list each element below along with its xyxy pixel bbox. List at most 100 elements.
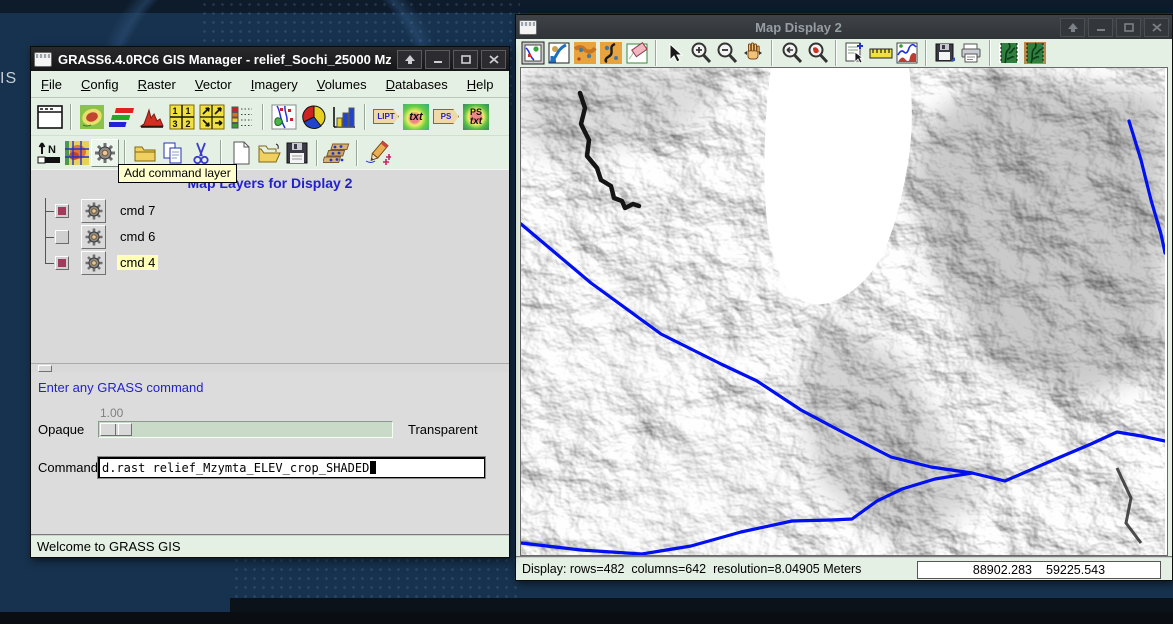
shade-button[interactable] <box>1060 18 1085 37</box>
svg-text:1: 1 <box>185 106 190 116</box>
coordinate-readout[interactable]: 88902.283 59225.543 <box>917 561 1161 579</box>
menu-help[interactable]: Help <box>467 77 494 92</box>
menu-file[interactable]: File <box>41 77 62 92</box>
display-region-icon[interactable] <box>572 40 598 66</box>
layers-header: Map Layers for Display 2 <box>31 170 509 191</box>
tooltip: Add command layer <box>118 164 237 183</box>
nviz-icon[interactable] <box>996 40 1022 66</box>
gis-manager-window: GRASS6.4.0RC6 GIS Manager - relief_Sochi… <box>30 46 510 558</box>
layer-label[interactable]: cmd 6 <box>117 229 158 244</box>
add-raster-icon[interactable] <box>77 102 107 132</box>
layer-checkbox[interactable] <box>55 256 69 270</box>
redraw-layers-icon[interactable] <box>546 40 572 66</box>
zoom-back-icon[interactable] <box>778 40 804 66</box>
layer-checkbox[interactable] <box>55 230 69 244</box>
display-info-text: Display: rows=482 columns=642 resolution… <box>522 562 861 576</box>
add-cell-values-icon[interactable]: 1132 <box>167 102 197 132</box>
save-display-icon[interactable] <box>932 40 958 66</box>
pane-sash[interactable] <box>31 363 509 372</box>
scalebar-north-icon[interactable]: N <box>35 139 63 167</box>
add-chart-icon[interactable] <box>329 102 359 132</box>
transparent-label: Transparent <box>408 422 478 437</box>
open-file-icon[interactable] <box>255 139 283 167</box>
fly-through-icon[interactable] <box>1022 40 1048 66</box>
display-layers-icon[interactable] <box>520 40 546 66</box>
close-button[interactable] <box>1144 18 1169 37</box>
menu-config[interactable]: Config <box>81 77 119 92</box>
add-command-gear-icon[interactable] <box>91 139 119 167</box>
map-display-titlebar[interactable]: Map Display 2 <box>516 15 1172 39</box>
group-layers-icon[interactable] <box>323 139 351 167</box>
layer-row-cmd4: cmd 4 <box>31 250 509 276</box>
menu-raster[interactable]: Raster <box>138 77 176 92</box>
copy-icon[interactable] <box>159 139 187 167</box>
add-legend-icon[interactable] <box>227 102 257 132</box>
layer-options-gear-button[interactable] <box>81 225 106 249</box>
gis-manager-titlebar[interactable]: GRASS6.4.0RC6 GIS Manager - relief_Sochi… <box>31 47 509 71</box>
minimize-button[interactable] <box>425 50 450 69</box>
save-file-icon[interactable] <box>283 139 311 167</box>
print-icon[interactable] <box>958 40 984 66</box>
layer-options-gear-button[interactable] <box>81 251 106 275</box>
add-rgb-his-icon[interactable] <box>107 102 137 132</box>
maximize-button[interactable] <box>1116 18 1141 37</box>
close-button[interactable] <box>481 50 506 69</box>
add-histogram-icon[interactable] <box>137 102 167 132</box>
opacity-value: 1.00 <box>100 406 123 420</box>
wallpaper-bottom-band <box>0 612 1173 624</box>
add-ps-labels-icon[interactable]: PS <box>431 102 461 132</box>
minimize-button[interactable] <box>1088 18 1113 37</box>
layer-label[interactable]: cmd 4 <box>117 255 158 270</box>
svg-text:N: N <box>48 144 56 156</box>
add-grid-icon[interactable] <box>63 139 91 167</box>
add-text-icon[interactable]: txt <box>401 102 431 132</box>
text-cursor <box>370 461 376 474</box>
command-row: Command: d.rast relief_Mzymta_ELEV_crop_… <box>38 456 485 478</box>
layer-label[interactable]: cmd 7 <box>117 203 158 218</box>
pointer-icon[interactable] <box>662 40 688 66</box>
layer-options-gear-button[interactable] <box>81 199 106 223</box>
query-icon[interactable] <box>842 40 868 66</box>
shade-button[interactable] <box>397 50 422 69</box>
window-menu-icon[interactable] <box>34 52 52 67</box>
map-display-statusbar: Display: rows=482 columns=642 resolution… <box>516 556 1172 580</box>
menubar: File Config Raster Vector Imagery Volume… <box>31 71 509 98</box>
menu-volumes[interactable]: Volumes <box>317 77 367 92</box>
profile-icon[interactable] <box>894 40 920 66</box>
measure-icon[interactable] <box>868 40 894 66</box>
cut-icon[interactable] <box>187 139 215 167</box>
maximize-button[interactable] <box>453 50 478 69</box>
opacity-slider-handle[interactable] <box>100 423 132 436</box>
new-file-icon[interactable] <box>227 139 255 167</box>
pan-icon[interactable] <box>740 40 766 66</box>
sash-handle[interactable] <box>38 365 52 372</box>
display-saved-region-icon[interactable] <box>598 40 624 66</box>
menu-imagery[interactable]: Imagery <box>251 77 298 92</box>
map-display-toolbar <box>516 39 1172 67</box>
desktop-partial-label: IS <box>0 70 17 88</box>
add-vector-icon[interactable] <box>269 102 299 132</box>
add-arrows-icon[interactable] <box>197 102 227 132</box>
menu-vector[interactable]: Vector <box>195 77 232 92</box>
add-ps-text-icon[interactable]: PStxt <box>461 102 491 132</box>
new-display-icon[interactable] <box>35 102 65 132</box>
add-thematic-icon[interactable] <box>299 102 329 132</box>
svg-text:3: 3 <box>172 119 177 129</box>
layer-checkbox[interactable] <box>55 204 69 218</box>
command-input[interactable]: d.rast relief_Mzymta_ELEV_crop_SHADED <box>98 457 485 478</box>
map-canvas[interactable] <box>520 67 1168 556</box>
gis-manager-statusbar: Welcome to GRASS GIS <box>31 534 509 557</box>
opacity-slider[interactable] <box>98 421 393 438</box>
zoom-to-icon[interactable] <box>804 40 830 66</box>
erase-icon[interactable] <box>624 40 650 66</box>
folder-icon[interactable] <box>131 139 159 167</box>
svg-text:2: 2 <box>185 119 190 129</box>
zoom-in-icon[interactable] <box>688 40 714 66</box>
svg-text:1: 1 <box>172 106 177 116</box>
zoom-out-icon[interactable] <box>714 40 740 66</box>
edit-pencil-icon[interactable] <box>363 139 391 167</box>
menu-databases[interactable]: Databases <box>386 77 448 92</box>
window-menu-icon[interactable] <box>519 20 537 35</box>
layer-row-cmd7: cmd 7 <box>31 198 509 224</box>
add-labels-icon[interactable]: LIPT <box>371 102 401 132</box>
